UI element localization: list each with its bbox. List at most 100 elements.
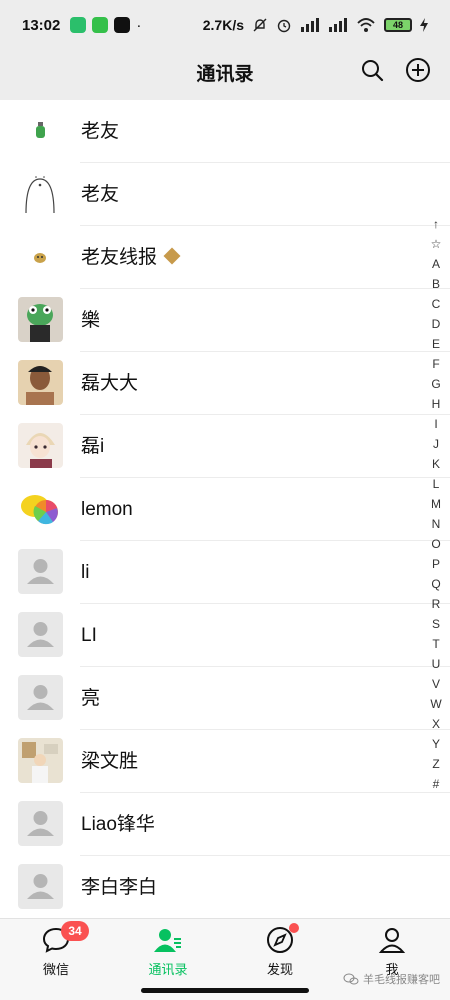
index-letter[interactable]: U: [428, 654, 444, 674]
index-letter[interactable]: C: [428, 294, 444, 314]
small-sticker-icon: [18, 234, 63, 279]
contact-name: 樂: [81, 310, 101, 331]
watermark-text: 羊毛线报赚客吧: [363, 974, 440, 986]
notification-dot: [289, 923, 299, 933]
index-letter[interactable]: G: [428, 374, 444, 394]
contact-row[interactable]: lemon: [0, 478, 450, 541]
contact-name: lemon: [81, 499, 133, 520]
index-letter[interactable]: A: [428, 254, 444, 274]
index-letter[interactable]: ☆: [428, 234, 444, 254]
contact-name: 亮: [81, 688, 101, 709]
tab-contacts[interactable]: 通讯录: [112, 925, 224, 981]
watermark: 羊毛线报赚客吧: [343, 971, 440, 987]
add-circle-icon: [406, 58, 430, 82]
index-letter[interactable]: X: [428, 714, 444, 734]
add-button[interactable]: [404, 56, 432, 84]
contact-row[interactable]: li: [0, 541, 450, 604]
anime-avatar: [18, 423, 63, 468]
contact-row[interactable]: 老友线报福: [0, 226, 450, 289]
default-avatar: [18, 612, 63, 657]
contact-name: 磊大大: [81, 373, 139, 394]
index-letter[interactable]: R: [428, 594, 444, 614]
room-photo: [18, 738, 63, 783]
index-letter[interactable]: I: [428, 414, 444, 434]
status-bar: 13:02 · 2.7K/s 48: [0, 0, 450, 50]
contact-row[interactable]: 梁文胜: [0, 730, 450, 793]
contact-name: 老友线报福: [81, 226, 181, 289]
default-avatar: [18, 864, 63, 909]
contact-row[interactable]: 亮: [0, 667, 450, 730]
signal-icon: [301, 18, 319, 32]
tiktok-app-icon: [114, 17, 131, 33]
search-icon: [362, 60, 384, 82]
index-letter[interactable]: E: [428, 334, 444, 354]
status-time: 13:02: [22, 16, 61, 34]
index-letter[interactable]: T: [428, 634, 444, 654]
wechat-app-icon: [92, 17, 109, 33]
default-avatar: [18, 549, 63, 594]
tab-chats[interactable]: 34 微信: [0, 921, 112, 981]
contact-row[interactable]: LI: [0, 604, 450, 667]
contact-name: 老友: [81, 184, 120, 205]
index-letter[interactable]: N: [428, 514, 444, 534]
index-letter[interactable]: M: [428, 494, 444, 514]
contact-row[interactable]: 磊大大: [0, 352, 450, 415]
index-letter[interactable]: D: [428, 314, 444, 334]
index-letter[interactable]: V: [428, 674, 444, 694]
index-letter[interactable]: F: [428, 354, 444, 374]
contact-name: 老友: [81, 121, 120, 142]
contact-name: LI: [81, 625, 97, 646]
contact-row[interactable]: 李白李白: [0, 856, 450, 918]
default-avatar: [18, 675, 63, 720]
index-letter[interactable]: #: [428, 774, 444, 794]
default-avatar: [18, 801, 63, 846]
index-letter[interactable]: Y: [428, 734, 444, 754]
index-letter[interactable]: Z: [428, 754, 444, 774]
contact-row[interactable]: Liao锋华: [0, 793, 450, 856]
contact-row[interactable]: 老友: [0, 100, 450, 163]
contact-name: Liao锋华: [81, 814, 155, 835]
index-letter[interactable]: ↑: [428, 214, 444, 234]
tab-label: 发现: [266, 962, 293, 977]
tab-discover[interactable]: 发现: [224, 923, 336, 981]
contact-name: 李白李白: [81, 877, 158, 898]
page-title: 通讯录: [196, 63, 254, 85]
bottle-icon: [18, 108, 63, 153]
tab-label: 通讯录: [148, 962, 188, 977]
search-button[interactable]: [358, 56, 386, 84]
index-letter[interactable]: B: [428, 274, 444, 294]
index-letter[interactable]: J: [428, 434, 444, 454]
fu-badge-text: 福: [167, 231, 178, 242]
wifi-icon: [357, 18, 375, 32]
portrait-photo: [18, 360, 63, 405]
index-letter[interactable]: S: [428, 614, 444, 634]
index-letter[interactable]: W: [428, 694, 444, 714]
unread-badge: 34: [61, 921, 89, 941]
shield-app-icon: [70, 17, 87, 33]
contact-name-text: 老友线报: [81, 247, 158, 268]
frog-avatar: [18, 297, 63, 342]
person-icon: [377, 925, 407, 955]
contact-row[interactable]: 樂: [0, 289, 450, 352]
contact-row[interactable]: 磊i: [0, 415, 450, 478]
index-letter[interactable]: H: [428, 394, 444, 414]
header: 通讯录: [0, 50, 450, 94]
contact-name: 梁文胜: [81, 751, 139, 772]
contact-list[interactable]: 老友 老友 老友线报福 樂 磊大大 磊i lemon li LI 亮 梁文胜 L…: [0, 100, 450, 918]
wechat-logo-icon: [343, 973, 359, 985]
mute-bell-icon: [253, 18, 267, 32]
index-letter[interactable]: K: [428, 454, 444, 474]
contact-row[interactable]: 老友: [0, 163, 450, 226]
index-letter[interactable]: O: [428, 534, 444, 554]
index-letter[interactable]: L: [428, 474, 444, 494]
charging-icon: [420, 18, 428, 32]
home-indicator[interactable]: [141, 988, 309, 993]
chat-bubble-icon: 34: [41, 921, 89, 955]
index-letter[interactable]: P: [428, 554, 444, 574]
contacts-icon: [153, 925, 183, 955]
alphabet-index-bar[interactable]: ↑ ☆ A B C D E F G H I J K L M N O P Q R S T U V W X Y Z #: [428, 214, 444, 794]
status-dot: ·: [136, 16, 142, 34]
net-speed: 2.7K/s: [202, 17, 244, 33]
index-letter[interactable]: Q: [428, 574, 444, 594]
contact-name: li: [81, 562, 90, 583]
